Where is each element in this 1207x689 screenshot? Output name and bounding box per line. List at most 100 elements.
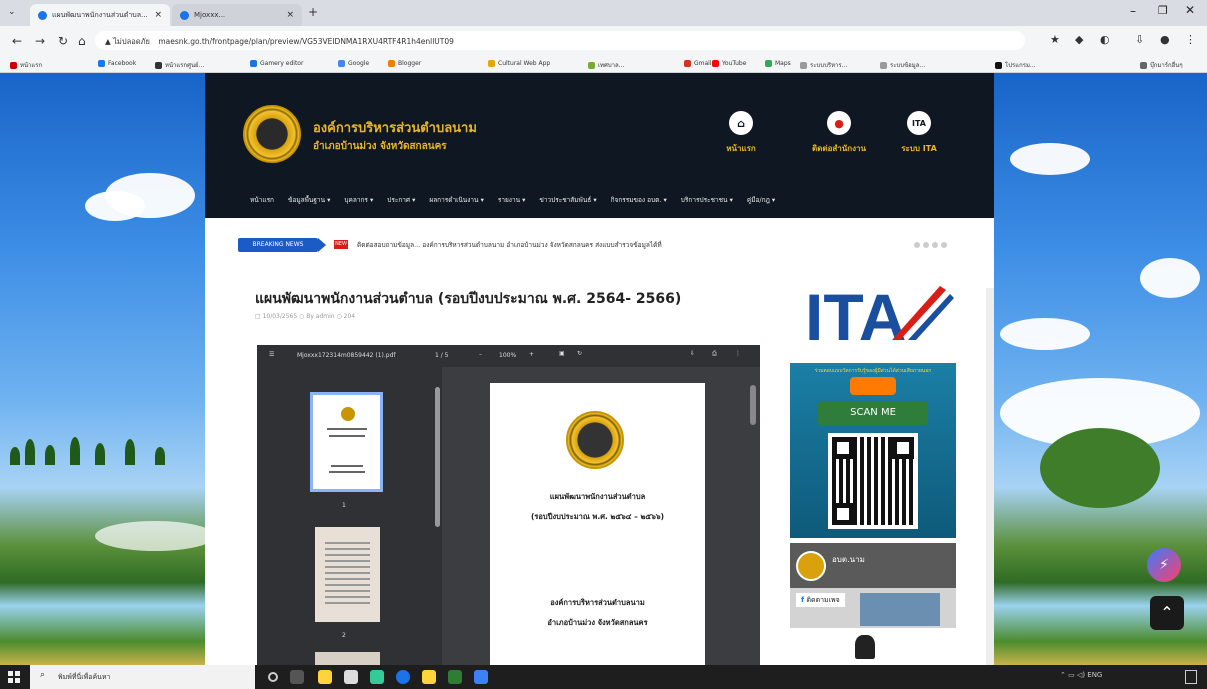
menu-item-manuals[interactable]: คู่มือ/กฎ ▾ [747,195,775,207]
bookmark-item[interactable]: โปรแกรม... [995,60,1036,70]
zoom-in-icon[interactable]: + [529,351,534,358]
breaking-news-bar: BREAKING NEWS NEW ติดต่อสอบถามข้อมูล... … [205,218,994,276]
mail-icon[interactable] [344,670,358,684]
pdf-thumbnail-page-3[interactable] [315,652,380,665]
ticker-dot[interactable] [914,242,920,248]
page-scrollbar[interactable] [986,288,994,665]
home-icon[interactable]: ⌂ [78,34,86,48]
pdf-thumbnail-page-2[interactable] [315,527,380,622]
browser-tab[interactable]: Mjoxxx... × [172,4,302,26]
close-window-icon[interactable]: ✕ [1185,3,1195,17]
fb-follow-button[interactable]: f ติดตามเพจ [796,593,845,607]
menu-item-staff[interactable]: บุคลากร ▾ [344,195,373,207]
extension-icon[interactable]: ◆ [1075,33,1083,46]
header-link-ita[interactable]: ITA ระบบ ITA [883,111,955,155]
windows-start-icon[interactable] [8,671,20,683]
ita-banner[interactable]: ITA [800,278,960,348]
fit-page-icon[interactable]: ▣ [559,350,565,357]
reload-icon[interactable]: ↻ [58,34,68,48]
pdf-zoom[interactable]: 100% [499,352,516,359]
url-bar[interactable]: ▲ ไม่ปลอดภัย maesnk.go.th/frontpage/plan… [95,31,1025,50]
close-tab-icon[interactable]: × [286,10,294,20]
bookmark-item[interactable]: ระบบบริหาร... [800,60,847,70]
bookmark-item[interactable]: ระบบข้อมูล... [880,60,925,70]
bookmark-item[interactable]: หน้าแรก [10,60,42,70]
pdf-download-icon[interactable]: ⇩ [690,350,695,357]
task-view-icon[interactable] [290,670,304,684]
org-logo[interactable] [243,105,301,163]
zoom-out-icon[interactable]: – [479,351,482,358]
notification-icon[interactable] [1185,670,1197,684]
other-bookmarks[interactable]: บุ๊กมาร์กอื่นๆ [1140,60,1183,70]
chrome-icon[interactable] [396,670,410,684]
back-icon[interactable]: ← [12,34,22,48]
bookmark-item[interactable]: Gmail [684,60,712,67]
menu-item-activities[interactable]: กิจกรรมของ อบต. ▾ [611,195,667,207]
ticker-dot[interactable] [932,242,938,248]
taskbar-search-input[interactable]: ⌕ พิมพ์ที่นี่เพื่อค้นหา [30,665,255,689]
ticker-dot[interactable] [923,242,929,248]
pdf-page-indicator[interactable]: 1 / 5 [435,352,448,359]
doc-org: องค์การบริหารส่วนตำบลนาม [550,598,645,607]
profile-icon[interactable]: ◐ [1100,33,1110,46]
bookmark-item[interactable]: หน้าแรกศูนย์... [155,60,204,70]
bookmark-item[interactable]: YouTube [712,60,746,67]
scan-me-banner[interactable]: ร่วมตอบแบบวัดการรับรู้ของผู้มีส่วนได้ส่ว… [790,363,956,538]
menu-item-services[interactable]: บริการประชาชน ▾ [681,195,733,207]
tab-search-icon[interactable]: ⌄ [8,7,16,17]
system-tray[interactable]: ⌃ ▭ ◁) ENG [1060,671,1102,679]
messenger-chat-icon[interactable]: ⚡ [1147,548,1181,582]
pdf-thumbnail-page-1[interactable] [310,392,383,492]
qr-code[interactable] [828,433,918,529]
download-icon[interactable]: ⇩ [1135,33,1144,46]
header-link-contact[interactable]: ● ติดต่อสำนักงาน [803,111,875,155]
fb-cover: อบต.นาม [790,543,956,588]
menu-item-results[interactable]: ผลการดำเนินงาน ▾ [429,195,483,207]
thumbnail-scrollbar[interactable] [435,387,440,527]
cloud-decoration [1000,318,1090,350]
bookmark-item[interactable]: Maps [765,60,791,67]
browser-tab-active[interactable]: แผนพัฒนาพนักงานส่วนตำบล... × [30,4,170,26]
app-icon[interactable] [474,670,488,684]
bookmark-item[interactable]: Gamery editor [250,60,303,67]
minimize-icon[interactable]: – [1130,4,1136,18]
thumbnail-number: 1 [342,502,346,509]
line-icon[interactable] [448,670,462,684]
forward-icon[interactable]: → [35,34,45,48]
ticker-dot[interactable] [941,242,947,248]
file-explorer-icon[interactable] [318,670,332,684]
scroll-to-top-button[interactable]: ⌃ [1150,596,1184,630]
bookmark-item[interactable]: Facebook [98,60,136,67]
rotate-icon[interactable]: ↻ [577,350,582,357]
bookmark-item[interactable]: Google [338,60,369,67]
pdf-menu-icon[interactable]: ☰ [269,351,274,358]
thumb-line [327,428,367,430]
breaking-news-text[interactable]: ติดต่อสอบถามข้อมูล... องค์การบริหารส่วนต… [357,240,662,250]
menu-item-home[interactable]: หน้าแรก [250,195,274,207]
bookmark-star-icon[interactable]: ★ [1050,33,1060,46]
facebook-widget[interactable]: อบต.นาม f ติดตามเพจ [790,543,956,628]
thumb-line [329,471,365,473]
bookmark-item[interactable]: Blogger [388,60,421,67]
post-meta: □ 10/03/2565 ○ By admin ○ 204 [255,313,356,320]
pdf-print-icon[interactable]: ⎙ [712,350,717,358]
menu-item-news[interactable]: ข่าวประชาสัมพันธ์ ▾ [539,195,596,207]
maximize-icon[interactable]: ❐ [1158,4,1168,17]
bookmark-item[interactable]: เทศบาล... [588,60,624,70]
folder-icon[interactable] [422,670,436,684]
header-link-home[interactable]: ⌂ หน้าแรก [705,111,777,155]
new-badge: NEW [334,240,348,249]
pdf-scrollbar[interactable] [750,385,756,425]
site-title[interactable]: องค์การบริหารส่วนตำบลนาม [313,117,477,138]
new-tab-button[interactable]: + [308,5,318,19]
menu-item-info[interactable]: ข้อมูลพื้นฐาน ▾ [288,195,330,207]
menu-item-announce[interactable]: ประกาศ ▾ [387,195,415,207]
account-icon[interactable]: ● [1160,33,1170,46]
store-icon[interactable] [370,670,384,684]
bookmark-item[interactable]: Cultural Web App [488,60,550,67]
cortana-icon[interactable] [268,672,278,682]
menu-kebab-icon[interactable]: ⋮ [1185,33,1196,46]
pdf-more-icon[interactable]: ⋮ [735,350,741,357]
close-tab-icon[interactable]: × [154,10,162,20]
menu-item-reports[interactable]: รายงาน ▾ [498,195,526,207]
